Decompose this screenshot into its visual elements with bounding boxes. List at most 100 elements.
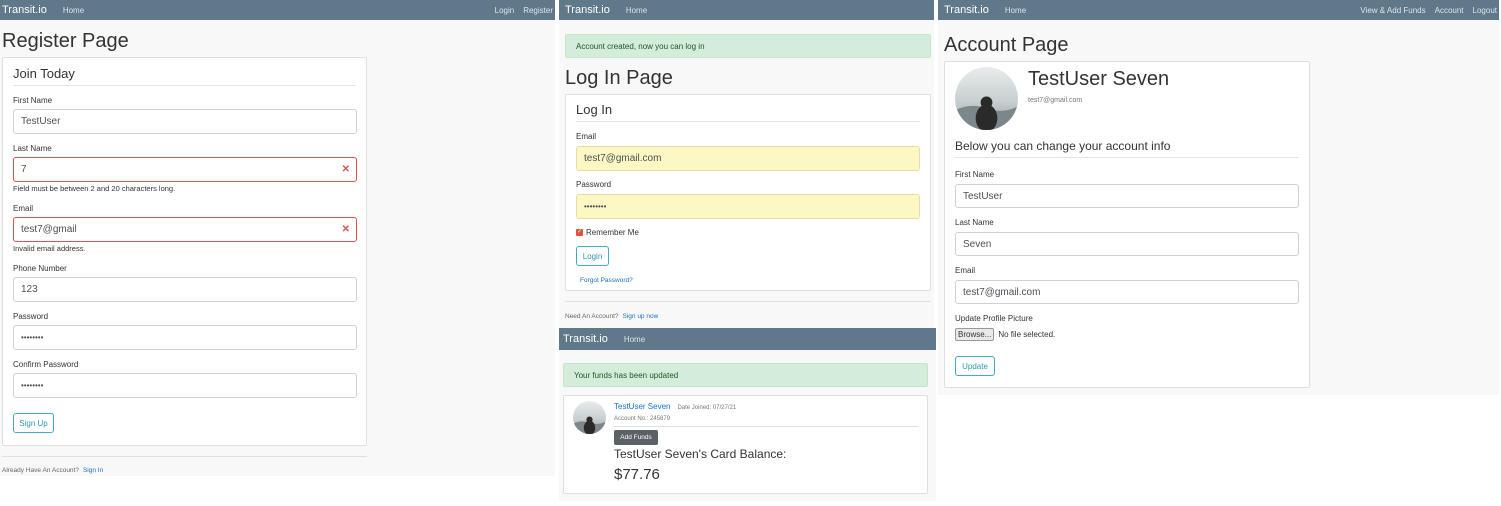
page-title: Account Page [944,34,1069,56]
email-value: test7@gmail.com [963,286,1041,298]
forgot-password-link[interactable]: Forgot Password? [580,277,633,284]
remember-me[interactable]: ✓ Remember Me [576,228,639,237]
profile-avatar [573,401,606,434]
browse-button[interactable]: Browse... [955,328,995,341]
email-input[interactable]: test7@gmail.com [576,146,920,171]
funds-panel: Transit.io Home Your funds has been upda… [559,328,936,501]
phone-input[interactable]: 123 [13,277,357,302]
form-legend: Join Today [13,66,356,86]
email-label: Email [13,204,34,213]
navbar: Transit.io Home [559,0,934,20]
funds-card: TestUser Seven Date Joined: 07/27/21 Acc… [563,395,928,494]
divider [565,301,931,302]
phone-label: Phone Number [13,264,67,273]
first-name-label: First Name [955,170,995,179]
phone-value: 123 [21,284,38,295]
login-button[interactable]: Login [576,246,609,266]
update-button[interactable]: Update [955,356,995,376]
first-name-value: TestUser [21,116,61,127]
signin-prompt: Already Have An Account? Sign In [2,467,103,474]
balance-amount: $77.76 [614,466,660,483]
user-header: TestUser Seven Date Joined: 07/27/21 [614,402,736,411]
navbar: Transit.io Home [559,328,936,350]
login-panel: Transit.io Home Account created, now you… [559,0,934,328]
nav-home[interactable]: Home [63,6,84,15]
section-legend: Below you can change your account info [955,139,1299,158]
email-label: Email [955,266,976,275]
divider [2,456,367,457]
last-name-error: Field must be between 2 and 20 character… [13,184,176,193]
last-name-label: Last Name [13,144,52,153]
nav-account[interactable]: Account [1435,6,1464,15]
confirm-password-value: •••••••• [21,381,44,390]
no-file-label: No file selected. [998,330,1056,339]
navbar: Transit.io Home View & Add Funds Account… [938,0,1499,20]
brand-logo[interactable]: Transit.io [2,4,47,16]
email-error: Invalid email address. [13,244,86,253]
brand-logo[interactable]: Transit.io [563,333,608,345]
account-number: Account No.: 245879 [614,416,671,422]
register-form: Join Today First Name TestUser Last Name… [2,57,367,446]
nav-login[interactable]: Login [495,6,515,15]
password-input[interactable]: •••••••• [576,194,920,219]
signup-prompt-text: Need An Account? [565,313,619,320]
email-value: test7@gmail [21,224,77,235]
nav-home[interactable]: Home [624,335,645,344]
nav-view-add-funds[interactable]: View & Add Funds [1360,6,1425,15]
brand-logo[interactable]: Transit.io [944,4,989,16]
file-picker: Browse... No file selected. [955,328,1055,341]
password-label: Password [13,312,49,321]
success-alert: Your funds has been updated [563,363,928,387]
email-label: Email [576,132,597,141]
email-input[interactable]: test7@gmail ✕ [13,217,357,242]
password-label: Password [576,180,612,189]
form-legend: Log In [576,102,920,122]
nav-home[interactable]: Home [1005,6,1026,15]
sign-up-button[interactable]: Sign Up [13,413,54,433]
last-name-input[interactable]: 7 ✕ [13,157,357,182]
signin-prompt-text: Already Have An Account? [2,467,79,474]
email-input[interactable]: test7@gmail.com [955,280,1299,304]
profile-avatar [955,67,1018,130]
sign-up-link[interactable]: Sign up now [623,313,659,320]
invalid-icon: ✕ [341,164,350,175]
account-card: TestUser Seven test7@gmail.com Below you… [944,61,1310,388]
user-name-link[interactable]: TestUser Seven [614,402,670,411]
last-name-value: Seven [963,238,992,250]
register-panel: Transit.io Home Login Register Register … [0,0,555,476]
account-panel: Transit.io Home View & Add Funds Account… [938,0,1499,395]
date-joined: Date Joined: 07/27/21 [677,405,737,411]
last-name-value: 7 [21,164,27,175]
email-value: test7@gmail.com [584,153,662,164]
last-name-label: Last Name [955,218,994,227]
last-name-input[interactable]: Seven [955,232,1299,256]
first-name-input[interactable]: TestUser [13,109,357,134]
sign-in-link[interactable]: Sign In [83,467,103,474]
nav-logout[interactable]: Logout [1473,6,1497,15]
invalid-icon: ✕ [341,224,350,235]
page-title: Log In Page [565,67,673,89]
brand-logo[interactable]: Transit.io [565,4,610,16]
confirm-password-label: Confirm Password [13,360,79,369]
page-title: Register Page [2,30,129,52]
avatar-image [573,401,606,434]
first-name-input[interactable]: TestUser [955,184,1299,208]
password-value: •••••••• [21,333,44,342]
password-value: •••••••• [584,202,607,211]
nav-right: View & Add Funds Account Logout [1351,0,1499,20]
checkbox-checked-icon[interactable]: ✓ [576,229,583,236]
remember-me-label: Remember Me [586,228,639,237]
nav-home[interactable]: Home [626,6,647,15]
signup-prompt: Need An Account? Sign up now [565,313,658,320]
avatar-image [955,67,1018,130]
confirm-password-input[interactable]: •••••••• [13,373,357,398]
user-name: TestUser Seven [1028,68,1170,90]
password-input[interactable]: •••••••• [13,325,357,350]
first-name-value: TestUser [963,190,1003,202]
first-name-label: First Name [13,96,53,105]
divider [614,426,918,427]
add-funds-button[interactable]: Add Funds [614,430,658,445]
nav-right: Login Register [486,0,555,20]
nav-register[interactable]: Register [523,6,553,15]
navbar: Transit.io Home Login Register [0,0,555,20]
